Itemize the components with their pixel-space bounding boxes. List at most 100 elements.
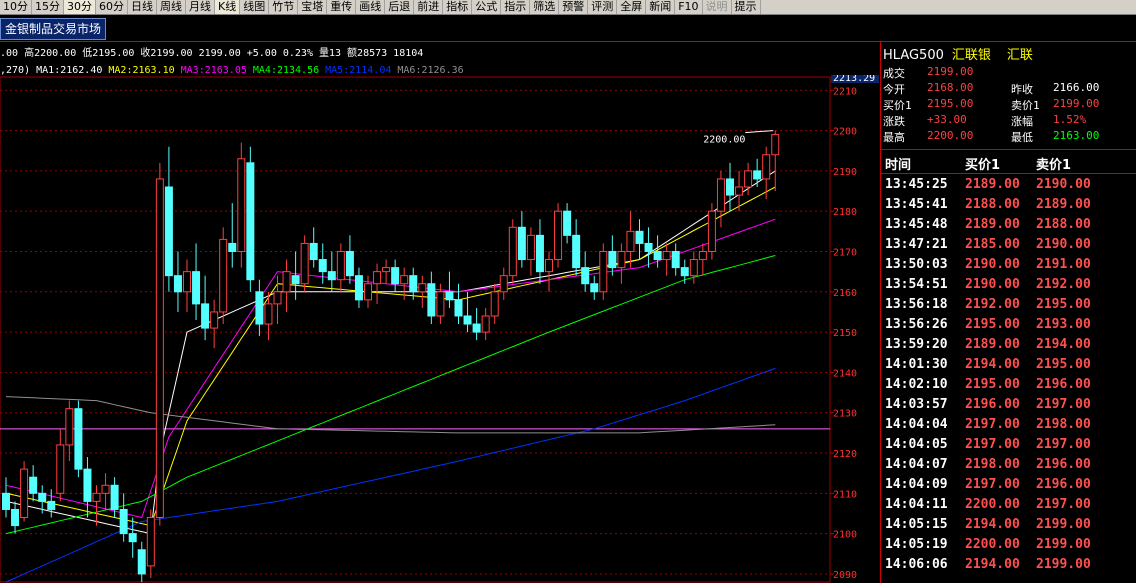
toolbar-button-4[interactable]: 日线 [128,0,157,14]
tick-ask: 2197.00 [1036,497,1091,512]
toolbar-button-2[interactable]: 30分 [64,0,96,14]
candle-body [228,242,237,252]
candle-body [744,170,753,188]
candlestick-chart[interactable]: 2090 2100 2110 2120 2130 2140 2150 2160 2170 2180… [0,75,880,583]
tick-bid: 2196.00 [965,397,1020,412]
tick-bid: 2200.00 [965,537,1020,552]
toolbar-button-24[interactable]: 说明 [703,0,732,14]
quote-info-row: 涨跌 +33.00 涨幅 1.52% [881,112,1136,128]
candle-body [173,275,182,293]
quote-label: 涨跌 [883,115,905,128]
tick-row[interactable]: 13:45:41 2188.00 2189.00 [881,195,1136,215]
tick-row[interactable]: 13:56:18 2192.00 2195.00 [881,295,1136,315]
toolbar-button-7[interactable]: K线 [215,0,241,14]
toolbar-button-22[interactable]: 新闻 [646,0,676,14]
tick-row[interactable]: 14:01:30 2194.00 2195.00 [881,355,1136,375]
tick-row[interactable]: 14:05:19 2200.00 2199.00 [881,535,1136,555]
candle-body [327,271,336,281]
tick-row[interactable]: 13:50:03 2190.00 2191.00 [881,255,1136,275]
candle-body [662,250,671,261]
toolbar-button-0[interactable]: 10分 [0,0,32,14]
toolbar-button-14[interactable]: 前进 [414,0,444,14]
toolbar-button-16[interactable]: 公式 [472,0,502,14]
candle-body [517,226,526,261]
tick-row[interactable]: 13:47:21 2185.00 2190.00 [881,235,1136,255]
toolbar-button-21[interactable]: 全屏 [617,0,647,14]
candle-body [771,134,780,156]
tick-row[interactable]: 14:05:15 2194.00 2199.00 [881,515,1136,535]
tick-row[interactable]: 14:03:57 2196.00 2197.00 [881,395,1136,415]
quote-value: +33.00 [927,113,967,126]
tick-header-bid: 买价1 [965,158,1001,173]
toolbar-button-1[interactable]: 15分 [32,0,64,14]
market-titlebar: 金银制品交易市场 [0,15,1136,42]
candle-body [345,250,354,277]
toolbar-button-13[interactable]: 后退 [385,0,415,14]
market-tab[interactable]: 金银制品交易市场 [0,18,107,40]
toolbar-button-23[interactable]: F10 [675,0,703,14]
y-tick-label: 2190 [833,167,857,178]
y-tick-label: 2090 [833,570,857,581]
ma-line-ma3 [5,218,776,519]
quote-panel-title: HLAG500 汇联银 汇联 [883,44,1033,63]
y-tick-label: 2170 [833,247,857,258]
tick-bid: 2185.00 [965,237,1020,252]
tick-row[interactable]: 13:59:20 2189.00 2194.00 [881,335,1136,355]
candle-body [128,533,137,543]
toolbar-button-17[interactable]: 指示 [501,0,531,14]
tick-row[interactable]: 13:45:48 2189.00 2188.00 [881,215,1136,235]
toolbar-button-5[interactable]: 周线 [157,0,186,14]
toolbar-button-8[interactable]: 线图 [240,0,270,14]
tick-bid: 2200.00 [965,497,1020,512]
tick-row[interactable]: 13:56:26 2195.00 2193.00 [881,315,1136,335]
toolbar-button-20[interactable]: 评测 [588,0,618,14]
toolbar-button-18[interactable]: 筛选 [530,0,560,14]
toolbar-button-15[interactable]: 指标 [443,0,473,14]
plot-frame [0,76,831,583]
tick-bid: 2197.00 [965,437,1020,452]
tick-divider [881,173,1136,174]
candle-body [581,267,590,285]
tick-ask: 2199.00 [1036,517,1091,532]
quote-value: 2200.00 [927,129,974,142]
tick-row[interactable]: 14:04:07 2198.00 2196.00 [881,455,1136,475]
quote-value: 2163.00 [1053,129,1100,142]
tick-row[interactable]: 14:04:05 2197.00 2197.00 [881,435,1136,455]
quote-info-row: 买价1 2195.00 卖价1 2199.00 [881,96,1136,112]
candle-body [364,283,372,301]
candle-body [164,186,173,277]
y-tick-label: 2200 [833,127,857,138]
tick-list[interactable]: 13:45:25 2189.00 2190.00 13:45:41 2188.00 218… [881,175,1136,575]
candle-body [409,275,418,293]
candle-body [698,250,707,261]
tick-bid: 2194.00 [965,517,1020,532]
toolbar-button-6[interactable]: 月线 [186,0,215,14]
y-tick-label: 2140 [833,368,857,379]
tick-row[interactable]: 14:06:06 2194.00 2199.00 [881,555,1136,575]
candle-body [644,242,653,252]
toolbar-button-10[interactable]: 宝塔 [298,0,328,14]
toolbar-button-9[interactable]: 竹节 [269,0,299,14]
toolbar-button-11[interactable]: 重传 [327,0,357,14]
tick-ask: 2196.00 [1036,477,1091,492]
y-tick-label: 2160 [833,288,857,299]
tick-time: 13:56:26 [885,317,948,332]
candle-body [264,303,273,325]
tick-ask: 2198.00 [1036,417,1091,432]
tick-row[interactable]: 14:02:10 2195.00 2196.00 [881,375,1136,395]
candle-body [716,178,725,212]
tick-row[interactable]: 14:04:09 2197.00 2196.00 [881,475,1136,495]
toolbar-button-12[interactable]: 画线 [356,0,386,14]
toolbar-button-19[interactable]: 预警 [559,0,589,14]
toolbar-button-3[interactable]: 60分 [96,0,128,14]
tick-ask: 2196.00 [1036,377,1091,392]
tick-ask: 2191.00 [1036,257,1091,272]
tick-row[interactable]: 13:54:51 2190.00 2192.00 [881,275,1136,295]
tick-bid: 2190.00 [965,277,1020,292]
tick-row[interactable]: 13:45:25 2189.00 2190.00 [881,175,1136,195]
tick-time: 14:04:05 [885,437,948,452]
candle-body [680,267,689,277]
tick-row[interactable]: 14:04:04 2197.00 2198.00 [881,415,1136,435]
tick-row[interactable]: 14:04:11 2200.00 2197.00 [881,495,1136,515]
toolbar-button-25[interactable]: 提示 [732,0,761,14]
